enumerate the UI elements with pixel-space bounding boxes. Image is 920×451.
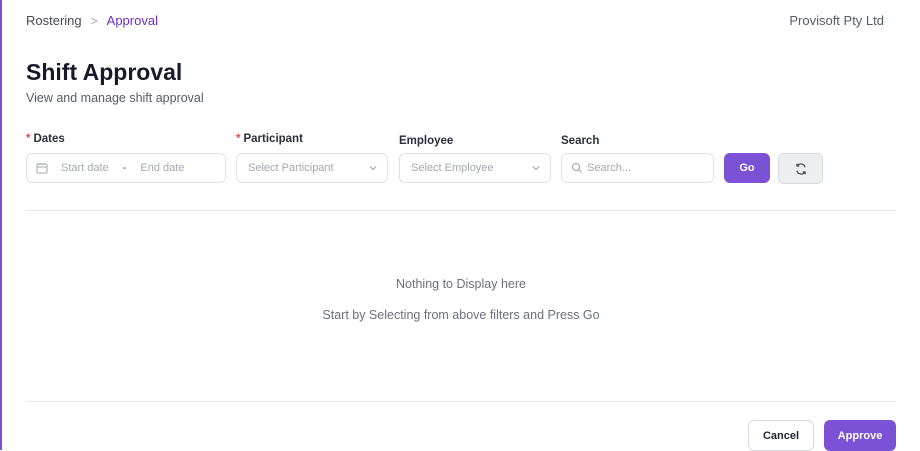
start-date-input[interactable]: Start date [61,162,109,174]
empty-state-title: Nothing to Display here [396,277,526,291]
go-button[interactable]: Go [724,153,770,183]
required-marker: * [26,133,31,145]
page-subtitle: View and manage shift approval [26,91,204,105]
calendar-icon [36,163,48,174]
participant-label-text: Participant [243,133,303,145]
refresh-icon [795,162,806,175]
date-range-picker[interactable]: Start date - End date [26,153,226,183]
dates-label-text: Dates [33,133,65,145]
filters-divider [26,210,896,211]
cancel-button[interactable]: Cancel [748,420,814,451]
search-icon [571,162,582,173]
breadcrumb-separator: > [90,13,98,28]
page-title: Shift Approval [26,59,183,85]
employee-select-placeholder: Select Employee [411,162,494,174]
breadcrumb-item-rostering[interactable]: Rostering [26,13,82,28]
search-label: Search [561,135,600,147]
chevron-down-icon [532,166,540,171]
dates-label: * Dates [26,133,65,145]
participant-select-placeholder: Select Participant [248,162,334,174]
approve-button[interactable]: Approve [824,420,896,451]
employee-select[interactable]: Select Employee [399,153,551,183]
participant-label: * Participant [236,133,303,145]
date-range-separator: - [122,162,127,174]
reset-filters-button[interactable] [778,153,823,184]
breadcrumb: Rostering > Approval [26,13,158,28]
empty-state-subtitle: Start by Selecting from above filters an… [322,308,600,322]
employee-label: Employee [399,135,454,147]
left-accent-border [0,0,2,450]
search-field[interactable] [561,153,714,183]
end-date-input[interactable]: End date [140,162,184,174]
company-name: Provisoft Pty Ltd [789,13,884,28]
breadcrumb-item-approval: Approval [106,13,158,28]
participant-select[interactable]: Select Participant [236,153,388,183]
footer-divider [26,401,896,402]
required-marker: * [236,133,241,145]
search-input[interactable] [587,162,697,174]
chevron-down-icon [369,166,377,171]
